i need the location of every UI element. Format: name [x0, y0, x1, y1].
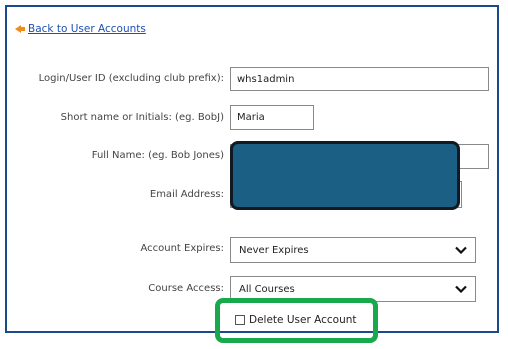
account-expires-select[interactable]: Never Expires: [230, 237, 476, 263]
course-access-value: All Courses: [239, 283, 295, 295]
delete-user-account-label: Delete User Account: [249, 314, 357, 326]
redaction-box: [230, 141, 460, 210]
short-name-label: Short name or Initials: (eg. BobJ): [60, 112, 224, 123]
account-expires-value: Never Expires: [239, 244, 309, 256]
back-link[interactable]: Back to User Accounts: [15, 21, 146, 37]
full-name-label: Full Name: (eg. Bob Jones): [91, 150, 224, 161]
chevron-down-icon: [455, 246, 467, 254]
chevron-down-icon: [455, 285, 467, 293]
account-expires-label: Account Expires:: [140, 243, 224, 254]
login-label: Login/User ID (excluding club prefix):: [38, 73, 224, 84]
email-label: Email Address:: [149, 189, 224, 200]
login-field[interactable]: whs1admin: [230, 67, 489, 91]
back-arrow-icon: [15, 25, 25, 33]
back-to-user-accounts-link[interactable]: Back to User Accounts: [28, 23, 146, 35]
checkbox-icon[interactable]: [235, 315, 245, 325]
course-access-label: Course Access:: [148, 283, 224, 294]
delete-user-account-checkbox[interactable]: Delete User Account: [235, 314, 357, 326]
short-name-field[interactable]: Maria: [230, 105, 314, 130]
